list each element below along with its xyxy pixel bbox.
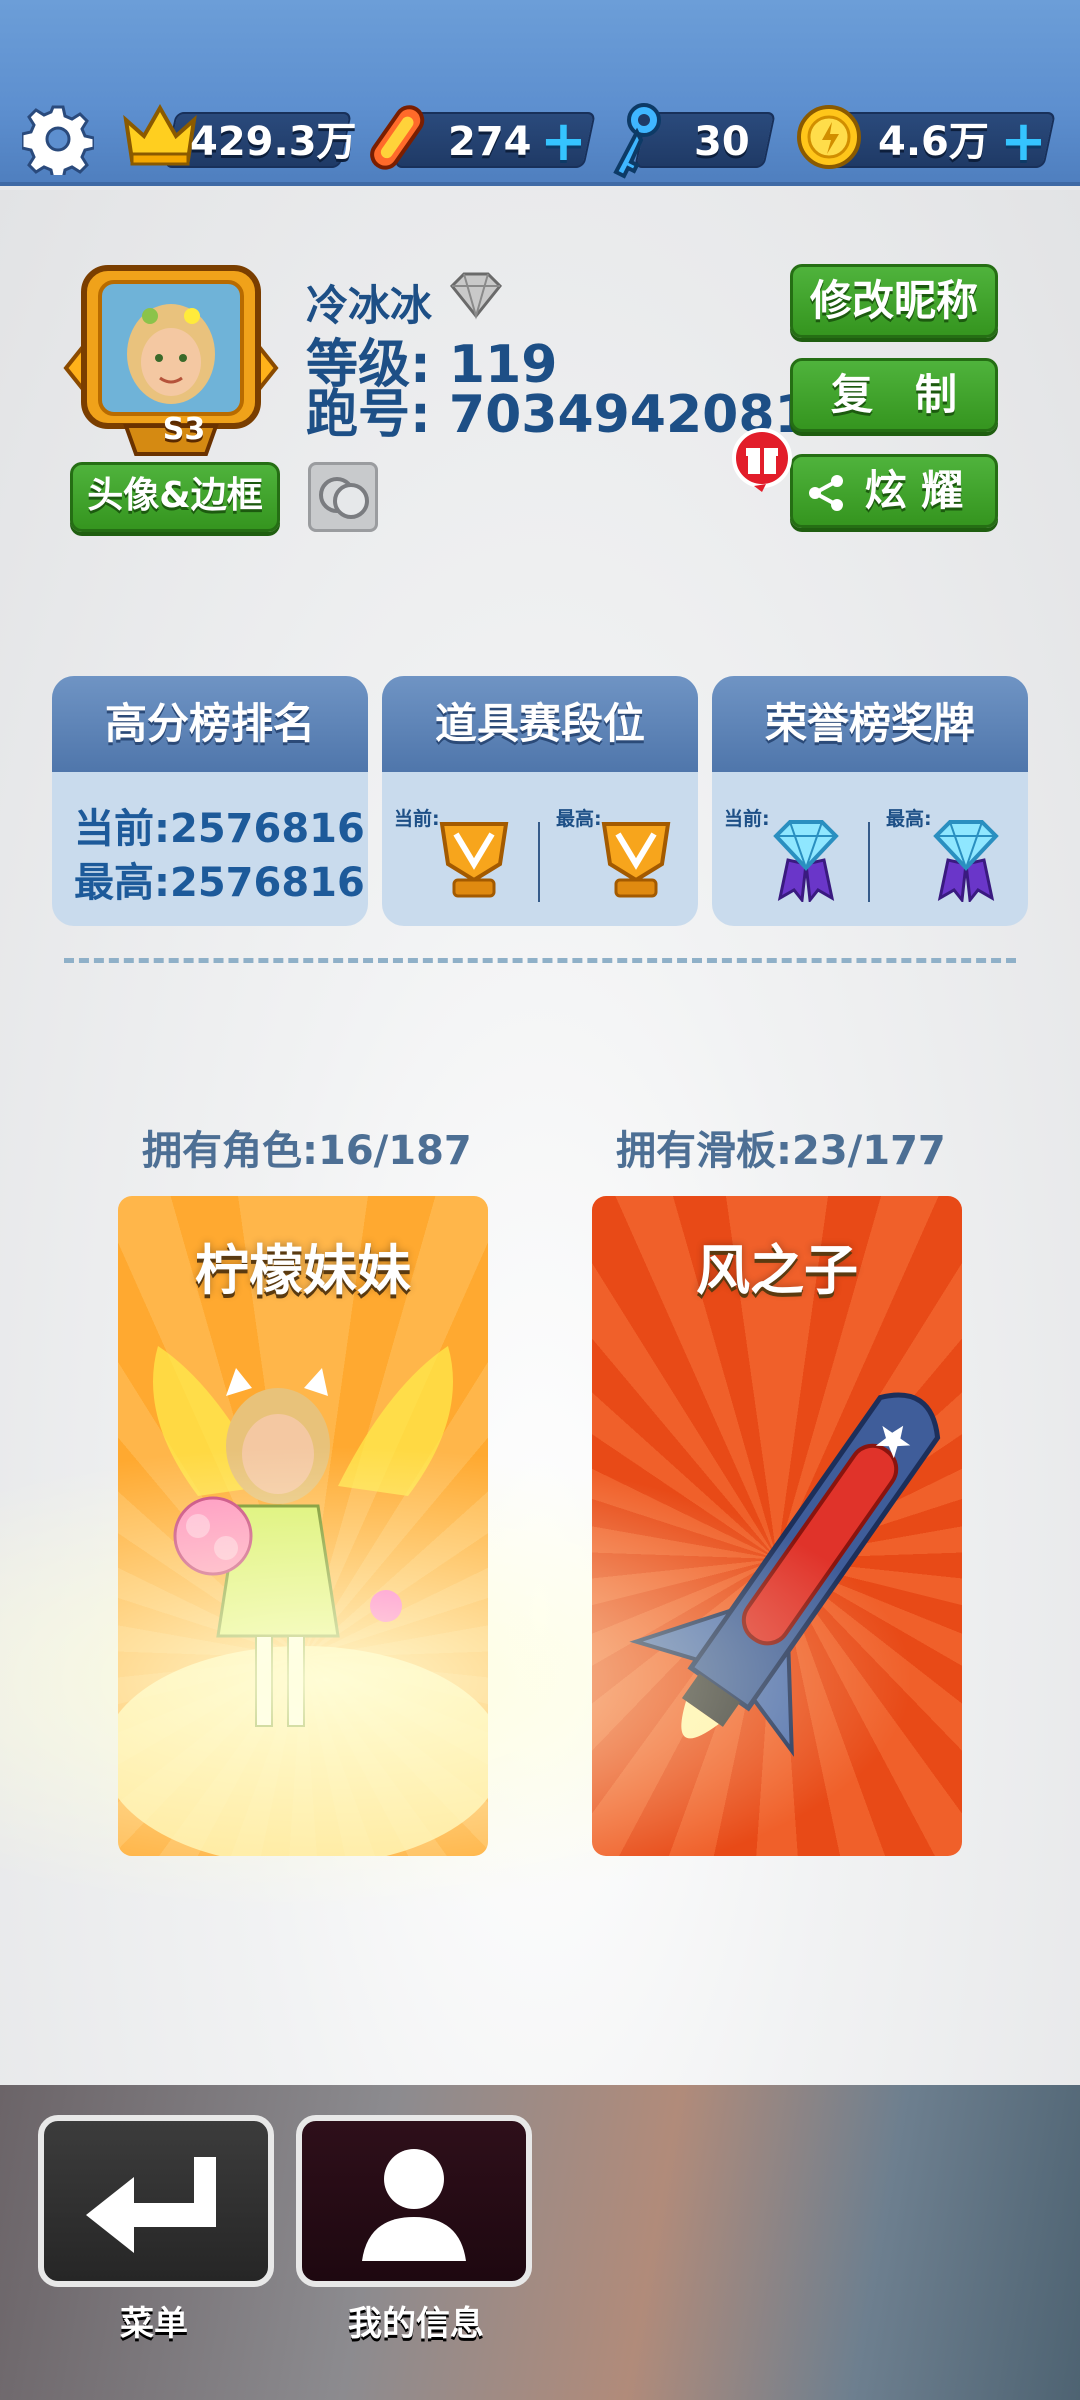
boards-owned: 拥有滑板:23/177 <box>616 1128 946 1174</box>
season-badge: S3 <box>162 412 206 447</box>
add-coins-button[interactable]: + <box>1000 114 1047 170</box>
share-button[interactable]: 炫 耀 <box>790 454 998 528</box>
honor-medal-card[interactable]: 荣誉榜奖牌 当前: 最高: <box>712 676 1028 926</box>
characters-owned: 拥有角色:16/187 <box>142 1128 472 1174</box>
share-label: 炫 耀 <box>864 466 964 515</box>
score-rank-card[interactable]: 高分榜排名 当前:2576816 最高:2576816 <box>52 676 368 926</box>
item-tier-card[interactable]: 道具赛段位 当前: 最高: <box>382 676 698 926</box>
add-boards-button[interactable]: + <box>540 114 587 170</box>
rename-button[interactable]: 修改昵称 <box>790 264 998 338</box>
diamond-rank-icon <box>449 272 503 320</box>
coin-stack-icon[interactable] <box>308 462 378 532</box>
my-info-label: 我的信息 <box>348 2304 484 2344</box>
user-icon <box>362 2149 466 2261</box>
honor-current-label: 当前: <box>724 808 770 830</box>
board-name: 风之子 <box>696 1239 858 1302</box>
character-name: 柠檬妹妹 <box>195 1239 411 1302</box>
avatar-frame-button[interactable]: 头像&边框 <box>70 462 280 532</box>
return-arrow-icon <box>86 2157 216 2253</box>
menu-label: 菜单 <box>120 2304 188 2344</box>
tier-best-badge-icon <box>601 822 671 898</box>
settings-gear-icon[interactable] <box>22 103 94 175</box>
board-value: 274 <box>448 119 532 165</box>
honor-divider <box>868 822 870 902</box>
tier-divider <box>538 822 540 902</box>
score-rank-title: 高分榜排名 <box>52 676 368 772</box>
crown-value: 429.3万 <box>190 119 357 165</box>
coin-icon <box>797 105 861 169</box>
score-best: 最高:2576816 <box>74 860 365 906</box>
honor-current-medal-icon <box>773 820 839 902</box>
tier-current-badge-icon <box>439 822 509 898</box>
section-divider <box>64 958 1016 963</box>
copy-id-button[interactable]: 复 制 <box>790 358 998 432</box>
coins-icon <box>319 477 369 519</box>
light-burst <box>0 1380 1080 1980</box>
crown-icon <box>123 103 197 166</box>
my-info-button[interactable] <box>296 2115 532 2287</box>
item-tier-title: 道具赛段位 <box>382 676 698 772</box>
key-value: 30 <box>694 119 750 165</box>
share-icon <box>809 475 843 511</box>
key-icon <box>613 103 661 179</box>
coin-value: 4.6万 <box>878 119 989 165</box>
honor-medal-title: 荣誉榜奖牌 <box>712 676 1028 772</box>
menu-back-button[interactable] <box>38 2115 274 2287</box>
score-current: 当前:2576816 <box>74 806 365 852</box>
hoverboard-icon <box>370 105 425 170</box>
gift-icon[interactable] <box>730 428 794 492</box>
honor-best-medal-icon <box>933 820 999 902</box>
